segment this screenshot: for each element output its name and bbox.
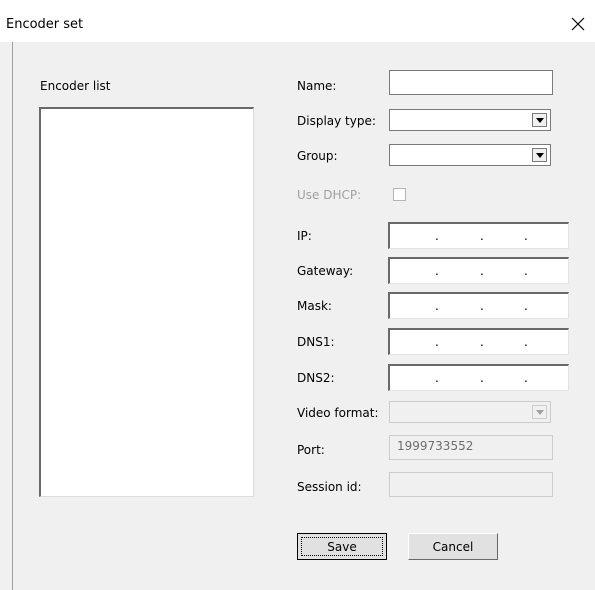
ip-separator: . <box>524 229 528 243</box>
ip-separator: . <box>435 371 439 385</box>
ip-separator: . <box>524 335 528 349</box>
ip-address-field[interactable]: . . . <box>388 222 569 249</box>
save-button[interactable]: Save <box>297 533 387 560</box>
cancel-button[interactable]: Cancel <box>408 533 498 560</box>
name-input[interactable] <box>389 70 553 95</box>
video-format-dropdown-button[interactable] <box>532 405 547 419</box>
close-button[interactable] <box>566 12 590 36</box>
name-label: Name: <box>297 79 337 93</box>
chevron-down-icon <box>535 152 544 158</box>
gateway-address-field[interactable]: . . . <box>388 257 569 284</box>
gateway-label: Gateway: <box>297 264 354 278</box>
dns2-label: DNS2: <box>297 371 335 385</box>
port-label: Port: <box>297 443 325 457</box>
ip-separator: . <box>524 299 528 313</box>
encoder-list-label: Encoder list <box>40 79 111 93</box>
group-label: Group: <box>297 149 338 163</box>
mask-label: Mask: <box>297 299 332 313</box>
ip-separator: . <box>480 229 484 243</box>
port-value: 1999733552 <box>397 439 474 453</box>
session-id-label: Session id: <box>297 480 362 494</box>
display-type-label: Display type: <box>297 114 376 128</box>
ip-separator: . <box>480 371 484 385</box>
use-dhcp-label: Use DHCP: <box>297 188 362 202</box>
mask-address-field[interactable]: . . . <box>388 292 569 319</box>
ip-label: IP: <box>297 229 312 243</box>
group-dropdown-button[interactable] <box>532 148 547 162</box>
encoder-listbox[interactable] <box>39 107 254 497</box>
port-input[interactable]: 1999733552 <box>389 435 553 460</box>
display-type-dropdown-button[interactable] <box>532 113 547 127</box>
group-select[interactable] <box>389 144 551 166</box>
ip-separator: . <box>524 371 528 385</box>
window-title: Encoder set <box>6 17 84 32</box>
close-icon <box>571 17 585 31</box>
dialog-left-edge <box>12 42 13 590</box>
session-id-input[interactable] <box>389 472 553 497</box>
display-type-select[interactable] <box>389 109 551 131</box>
dns1-address-field[interactable]: . . . <box>388 328 569 355</box>
ip-separator: . <box>480 335 484 349</box>
video-format-label: Video format: <box>297 406 379 420</box>
ip-separator: . <box>480 299 484 313</box>
ip-separator: . <box>435 264 439 278</box>
chevron-down-icon <box>535 117 544 123</box>
chevron-down-icon <box>535 409 544 415</box>
ip-separator: . <box>435 229 439 243</box>
ip-separator: . <box>480 264 484 278</box>
use-dhcp-checkbox[interactable] <box>393 188 406 201</box>
focus-rectangle <box>301 537 383 556</box>
cancel-button-label: Cancel <box>432 539 474 554</box>
ip-separator: . <box>435 335 439 349</box>
ip-separator: . <box>524 264 528 278</box>
ip-separator: . <box>435 299 439 313</box>
dns1-label: DNS1: <box>297 335 335 349</box>
dns2-address-field[interactable]: . . . <box>388 364 569 391</box>
video-format-select[interactable] <box>389 401 551 423</box>
title-bar: Encoder set <box>0 0 595 42</box>
